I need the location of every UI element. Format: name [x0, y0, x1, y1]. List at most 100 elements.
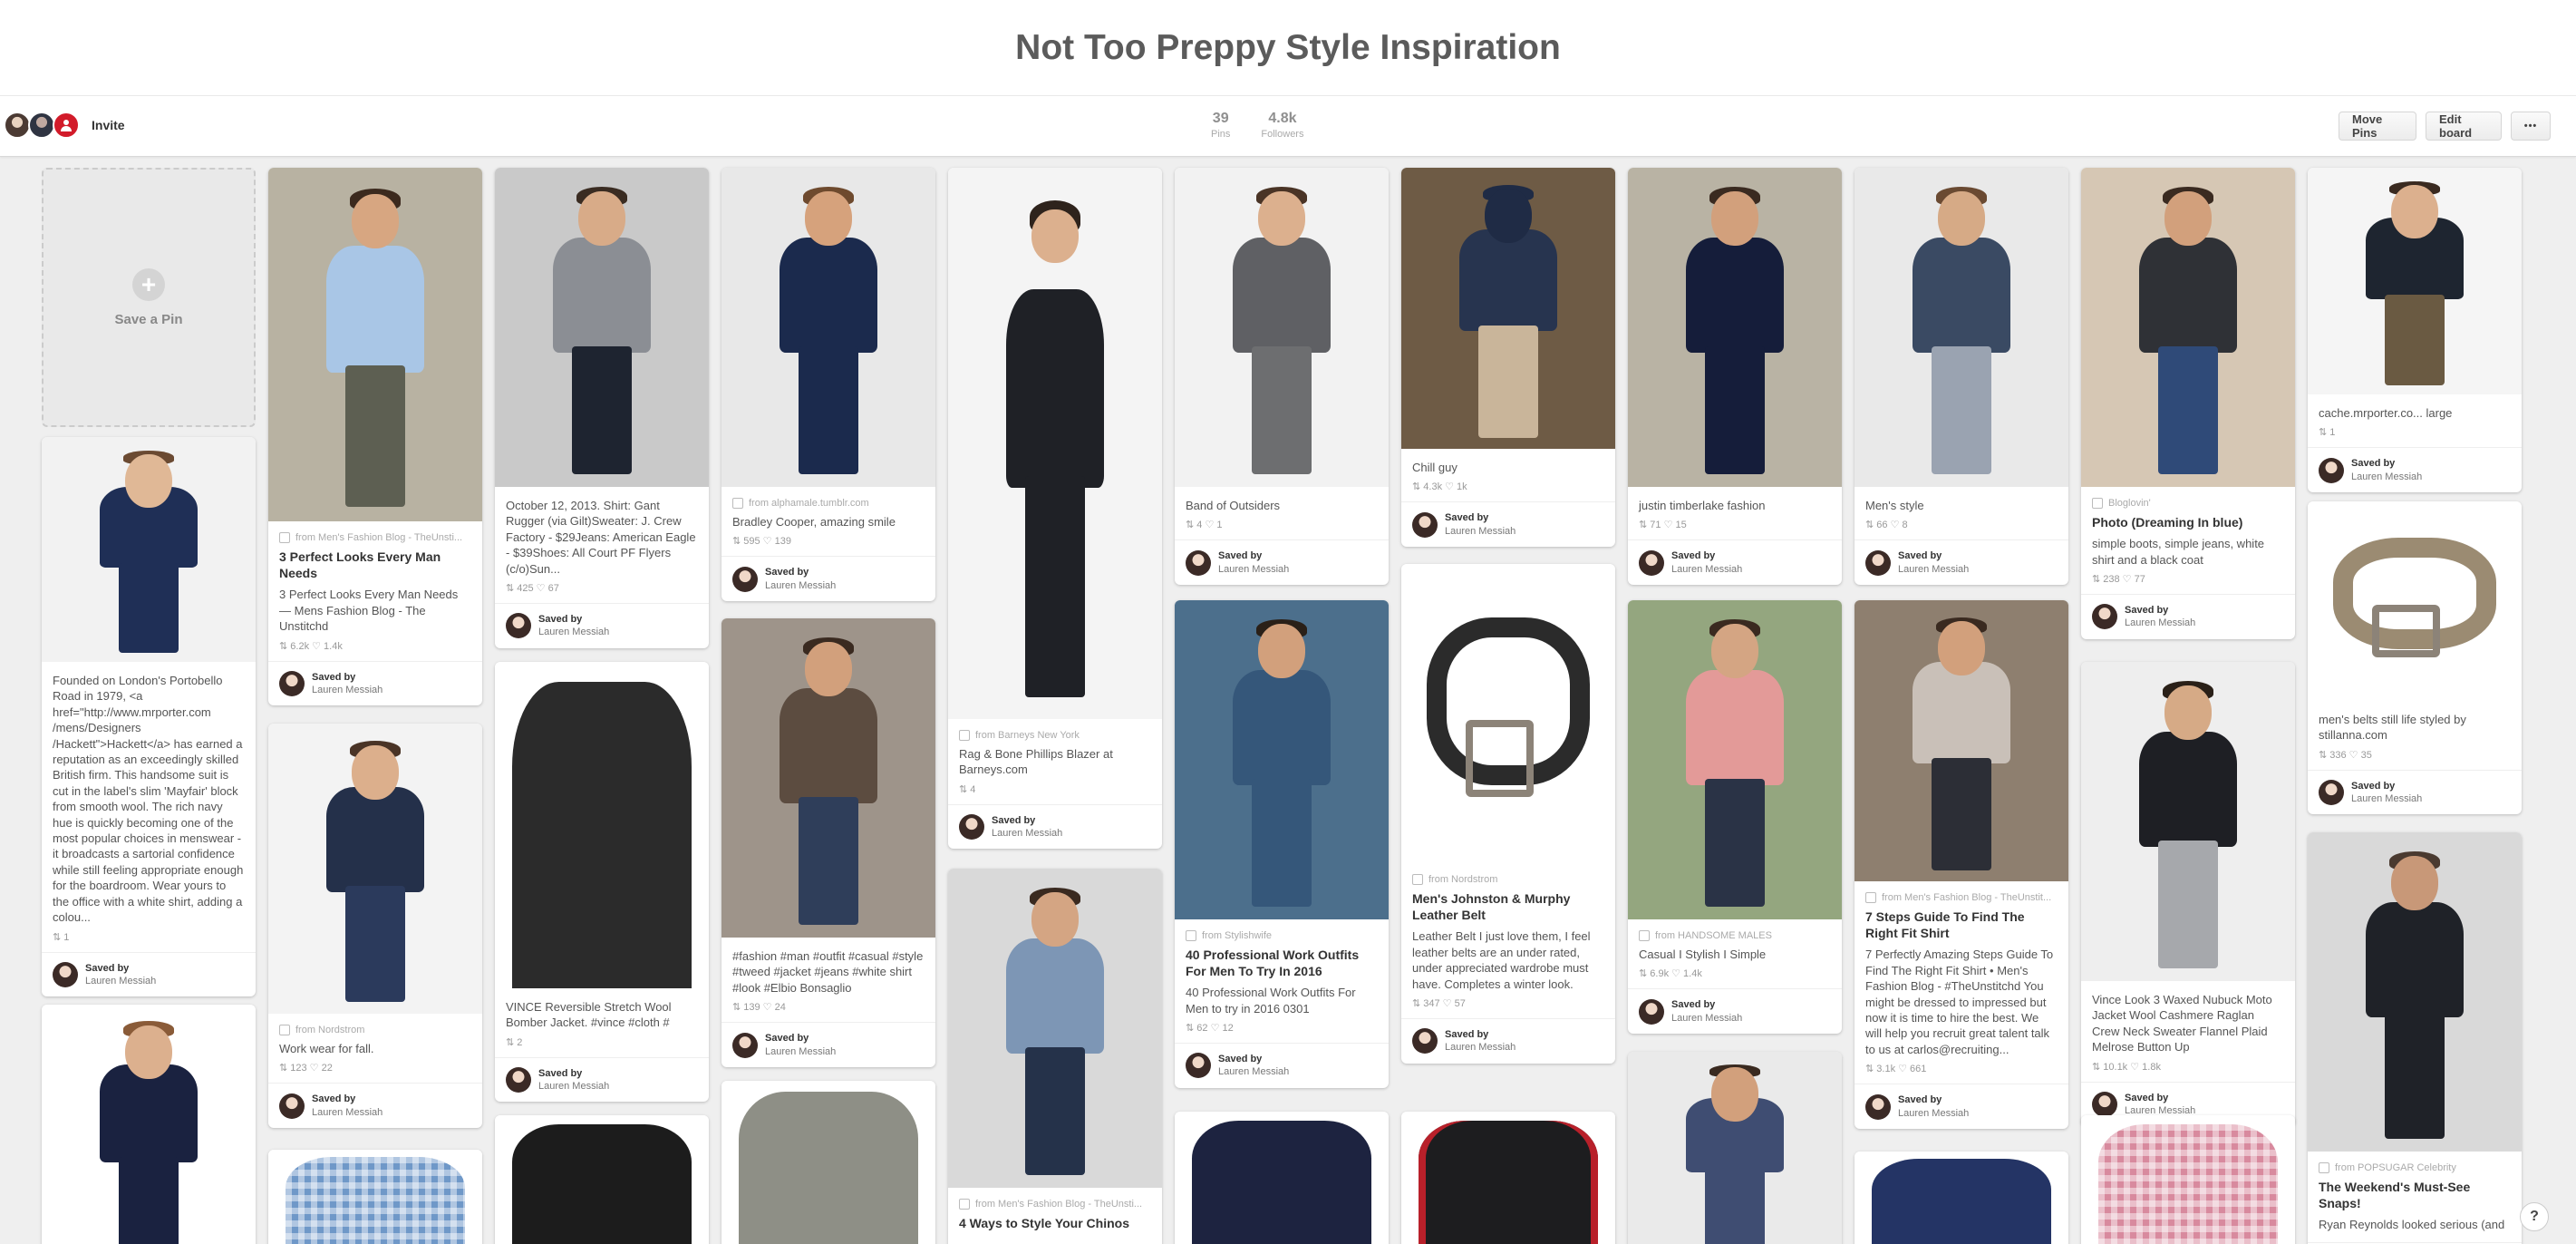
avatar[interactable] [1412, 511, 1438, 538]
save-a-pin-button[interactable]: + Save a Pin [42, 168, 256, 427]
pin-title[interactable]: Photo (Dreaming In blue) [2092, 514, 2284, 530]
pin-card[interactable]: #fashion #man #outfit #casual #style #tw… [721, 618, 935, 1067]
saved-by[interactable]: Saved byLauren Messiah [268, 1083, 482, 1128]
pin-card[interactable]: from alphamale.tumblr.com Bradley Cooper,… [721, 168, 935, 601]
saved-by[interactable]: Saved byLauren Messiah [1401, 1018, 1615, 1064]
saved-by-user[interactable]: Lauren Messiah [1671, 564, 1742, 575]
pin-card[interactable]: from POPSUGAR Celebrity The Weekend's Mus… [2308, 832, 2522, 1244]
avatar[interactable] [279, 1093, 305, 1119]
saved-by[interactable]: Saved byLauren Messiah [268, 660, 482, 706]
pin-card[interactable]: men's belts still life styled by stillan… [2308, 501, 2522, 815]
avatar[interactable] [1865, 1093, 1891, 1120]
saved-by[interactable]: Saved byLauren Messiah [1175, 1043, 1389, 1088]
pin-source[interactable]: from Stylishwife [1186, 930, 1378, 941]
more-options-button[interactable]: ••• [2511, 112, 2551, 141]
avatar[interactable] [279, 670, 305, 696]
saved-by-user[interactable]: Lauren Messiah [2351, 471, 2422, 482]
pin-card[interactable] [1175, 1112, 1389, 1244]
avatar[interactable] [2319, 457, 2344, 483]
pin-title[interactable]: 40 Professional Work Outfits For Men To … [1186, 947, 1378, 979]
saved-by-user[interactable]: Lauren Messiah [538, 1081, 609, 1092]
pins-stat[interactable]: 39 Pins [1211, 111, 1230, 140]
avatar[interactable] [1186, 549, 1211, 576]
invite-avatar-icon[interactable] [53, 112, 80, 139]
pin-card[interactable]: October 12, 2013. Shirt: Gant Rugger (vi… [495, 168, 709, 648]
saved-by-user[interactable]: Lauren Messiah [312, 685, 383, 695]
saved-by-user[interactable]: Lauren Messiah [1671, 1013, 1742, 1024]
saved-by[interactable]: Saved byLauren Messiah [1855, 1084, 2068, 1129]
avatar[interactable] [1412, 1028, 1438, 1054]
pin-image[interactable] [268, 724, 482, 1014]
pin-image[interactable] [42, 1005, 256, 1244]
pin-card[interactable]: from Barneys New York Rag & Bone Phillips… [948, 168, 1162, 850]
saved-by-user[interactable]: Lauren Messiah [992, 828, 1062, 839]
saved-by[interactable]: Saved byLauren Messiah [1401, 501, 1615, 547]
pin-image[interactable] [1628, 168, 1842, 487]
saved-by-user[interactable]: Lauren Messiah [1898, 1108, 1969, 1119]
pin-image[interactable] [268, 168, 482, 521]
avatar[interactable] [2319, 780, 2344, 806]
pin-image[interactable] [2081, 168, 2295, 487]
pin-card[interactable]: from Men's Fashion Blog - TheUnsti... 3 P… [268, 168, 482, 706]
pin-image[interactable] [1401, 564, 1615, 863]
pin-image[interactable] [948, 168, 1162, 719]
saved-by[interactable]: Saved byLauren Messiah [42, 951, 256, 997]
saved-by-user[interactable]: Lauren Messiah [538, 627, 609, 637]
pin-card[interactable]: from Men's Fashion Blog - TheUnsti... 4 W… [948, 869, 1162, 1244]
pin-image[interactable] [2081, 662, 2295, 981]
avatar[interactable] [4, 112, 31, 139]
pin-card[interactable]: from Men's Fashion Blog - TheUnstit... 7 … [1855, 600, 2068, 1129]
saved-by[interactable]: Saved byLauren Messiah [1175, 539, 1389, 585]
saved-by-user[interactable]: Lauren Messiah [1445, 1042, 1516, 1053]
move-pins-button[interactable]: Move Pins [2339, 112, 2416, 141]
avatar[interactable] [1639, 549, 1664, 576]
pin-image[interactable] [721, 1081, 935, 1244]
pin-card[interactable]: Vince Look 3 Waxed Nubuck Moto Jacket Wo… [2081, 662, 2295, 1127]
pin-image[interactable] [1855, 1152, 2068, 1244]
pin-image[interactable] [721, 168, 935, 487]
pin-image[interactable] [1401, 1112, 1615, 1244]
followers-stat[interactable]: 4.8k Followers [1261, 111, 1303, 140]
pin-card[interactable]: Band of Outsiders ⇅ 4 ♡ 1 Saved by Lauren M… [1175, 168, 1389, 585]
pin-title[interactable]: The Weekend's Must-See Snaps! [2319, 1179, 2511, 1211]
pin-image[interactable] [2308, 168, 2522, 394]
saved-by[interactable]: Saved byLauren Messiah [2308, 769, 2522, 815]
avatar[interactable] [506, 1067, 531, 1093]
pin-source[interactable]: from POPSUGAR Celebrity [2319, 1162, 2511, 1173]
avatar[interactable] [1639, 998, 1664, 1025]
saved-by[interactable]: Saved byLauren Messiah [1855, 539, 2068, 585]
pin-image[interactable] [1855, 168, 2068, 487]
pin-card[interactable]: cache.mrporter.co... large ⇅ 1 Saved by Lau… [2308, 168, 2522, 492]
pin-image[interactable] [948, 869, 1162, 1188]
pin-source[interactable]: from Men's Fashion Blog - TheUnsti... [279, 532, 471, 543]
edit-board-button[interactable]: Edit board [2426, 112, 2502, 141]
pin-image[interactable] [721, 618, 935, 938]
pin-card[interactable]: from Nordstrom Work wear for fall. ⇅ 123 ♡… [268, 724, 482, 1128]
pin-image[interactable] [2308, 501, 2522, 701]
pin-source[interactable]: from Nordstrom [1412, 874, 1604, 885]
saved-by-user[interactable]: Lauren Messiah [1218, 564, 1289, 575]
pin-image[interactable] [1628, 600, 1842, 919]
pin-card[interactable]: Founded on London's Portobello Road in 1… [42, 437, 256, 997]
pin-title[interactable]: 4 Ways to Style Your Chinos [959, 1215, 1151, 1231]
invite-link[interactable]: Invite [92, 118, 125, 132]
saved-by-user[interactable]: Lauren Messiah [312, 1107, 383, 1118]
saved-by[interactable]: Saved byLauren Messiah [1628, 539, 1842, 585]
avatar[interactable] [732, 1032, 758, 1058]
saved-by[interactable]: Saved byLauren Messiah [2081, 594, 2295, 639]
pin-card[interactable] [268, 1150, 482, 1244]
avatar[interactable] [506, 613, 531, 639]
pin-source[interactable]: from HANDSOME MALES [1639, 930, 1831, 941]
pin-image[interactable] [268, 1150, 482, 1244]
pin-source[interactable]: from Men's Fashion Blog - TheUnsti... [959, 1199, 1151, 1210]
pin-card[interactable]: VINCE Reversible Stretch Wool Bomber Jac… [495, 662, 709, 1103]
pin-source[interactable]: from Nordstrom [279, 1025, 471, 1035]
pin-card[interactable] [1401, 1112, 1615, 1244]
pin-card[interactable]: from Stylishwife 40 Professional Work Out… [1175, 600, 1389, 1088]
pin-card[interactable]: from Nordstrom Men's Johnston & Murphy Le… [1401, 564, 1615, 1064]
pin-title[interactable]: 3 Perfect Looks Every Man Needs [279, 549, 471, 581]
pin-card[interactable]: Men's style ⇅ 66 ♡ 8 Saved by Lauren Messia… [1855, 168, 2068, 585]
saved-by-user[interactable]: Lauren Messiah [1898, 564, 1969, 575]
pin-title[interactable]: Men's Johnston & Murphy Leather Belt [1412, 890, 1604, 923]
pin-image[interactable] [1855, 600, 2068, 881]
